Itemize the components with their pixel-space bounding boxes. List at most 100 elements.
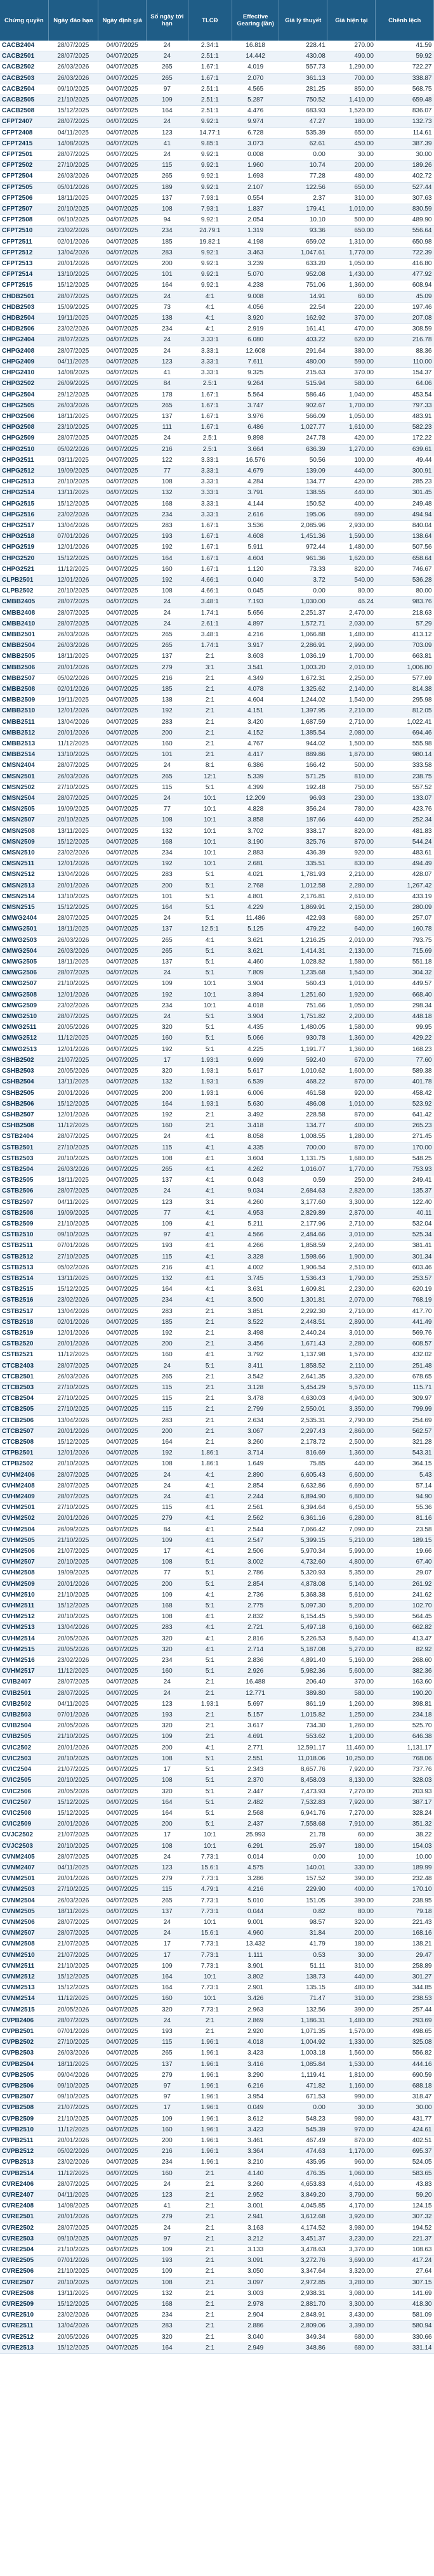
cell-theoretical-price: 422.93 bbox=[279, 913, 327, 925]
table-row: CMBB2506 20/01/2026 04/07/2025 279 3:1 3.541 1… bbox=[0, 662, 434, 674]
cell-conversion-ratio: 10:1 bbox=[188, 978, 232, 990]
cell-conversion-ratio: 10:1 bbox=[188, 1000, 232, 1012]
cell-conversion-ratio: 9.92:1 bbox=[188, 160, 232, 172]
cell-valuation-date: 04/07/2025 bbox=[98, 509, 147, 521]
cell-theoretical-price: 436.39 bbox=[279, 847, 327, 860]
cell-valuation-date: 04/07/2025 bbox=[98, 1448, 147, 1460]
cell-warrant-code: CSHB2508 bbox=[0, 1120, 49, 1132]
table-row: CVHM2510 21/10/2025 04/07/2025 109 4:1 2.736 5… bbox=[0, 1590, 434, 1602]
cell-expiry-date: 28/07/2025 bbox=[48, 913, 98, 925]
cell-days-to-expiry: 192 bbox=[146, 858, 188, 870]
cell-current-price: 7,910.00 bbox=[327, 1819, 376, 1831]
cell-effective-gearing: 2.768 bbox=[232, 880, 279, 892]
cell-valuation-date: 04/07/2025 bbox=[98, 1338, 147, 1350]
cell-theoretical-price: 2,938.31 bbox=[279, 2288, 327, 2300]
cell-expiry-date: 07/01/2026 bbox=[48, 2026, 98, 2038]
cell-theoretical-price: 1,385.54 bbox=[279, 728, 327, 740]
cell-conversion-ratio: 1.67:1 bbox=[188, 400, 232, 412]
cell-conversion-ratio: 2:1 bbox=[188, 738, 232, 750]
cell-difference: 221.43 bbox=[375, 1917, 434, 1929]
cell-warrant-code: CFPT2408 bbox=[0, 127, 49, 139]
cell-valuation-date: 04/07/2025 bbox=[98, 1361, 147, 1372]
cell-difference: 498.65 bbox=[375, 2026, 434, 2038]
cell-days-to-expiry: 97 bbox=[146, 84, 188, 96]
cell-theoretical-price: 1,137.98 bbox=[279, 1349, 327, 1361]
cell-days-to-expiry: 279 bbox=[146, 1513, 188, 1525]
cell-days-to-expiry: 108 bbox=[146, 1153, 188, 1165]
cell-expiry-date: 28/07/2025 bbox=[48, 618, 98, 630]
cell-effective-gearing: 9.699 bbox=[232, 1055, 279, 1067]
cell-expiry-date: 28/07/2025 bbox=[48, 51, 98, 63]
cell-difference: 753.93 bbox=[375, 1164, 434, 1176]
cell-expiry-date: 28/07/2025 bbox=[48, 1688, 98, 1699]
cell-warrant-code: CSTB2509 bbox=[0, 1219, 49, 1231]
cell-warrant-code: CHPG2518 bbox=[0, 531, 49, 543]
cell-difference: 194.52 bbox=[375, 2223, 434, 2234]
cell-expiry-date: 20/01/2026 bbox=[48, 1513, 98, 1525]
cell-valuation-date: 04/07/2025 bbox=[98, 2070, 147, 2081]
cell-theoretical-price: 389.80 bbox=[279, 1688, 327, 1699]
cell-days-to-expiry: 137 bbox=[146, 651, 188, 663]
cell-warrant-code: CMBB2504 bbox=[0, 640, 49, 652]
cell-valuation-date: 04/07/2025 bbox=[98, 662, 147, 674]
cell-current-price: 1,430.00 bbox=[327, 269, 376, 281]
cell-expiry-date: 27/10/2025 bbox=[48, 1252, 98, 1263]
cell-expiry-date: 13/04/2026 bbox=[48, 1306, 98, 1317]
cell-effective-gearing: 2.786 bbox=[232, 1567, 279, 1579]
cell-current-price: 810.00 bbox=[327, 771, 376, 783]
cell-expiry-date: 18/11/2025 bbox=[48, 651, 98, 663]
cell-conversion-ratio: 2:1 bbox=[188, 1120, 232, 1132]
cell-effective-gearing: 2.883 bbox=[232, 847, 279, 860]
table-row: CFPT2512 13/04/2026 04/07/2025 283 9.92:1 3.4… bbox=[0, 247, 434, 259]
cell-valuation-date: 04/07/2025 bbox=[98, 2266, 147, 2278]
cell-warrant-code: CMSN2507 bbox=[0, 814, 49, 827]
cell-effective-gearing: 3.631 bbox=[232, 1284, 279, 1296]
cell-difference: 536.28 bbox=[375, 575, 434, 587]
cell-expiry-date: 23/02/2026 bbox=[48, 2310, 98, 2322]
cell-valuation-date: 04/07/2025 bbox=[98, 2048, 147, 2060]
cell-difference: 543.31 bbox=[375, 1448, 434, 1460]
cell-conversion-ratio: 4:1 bbox=[188, 1742, 232, 1754]
cell-expiry-date: 09/10/2025 bbox=[48, 2091, 98, 2103]
cell-theoretical-price: 480.00 bbox=[279, 356, 327, 369]
table-row: CMSN2504 28/07/2025 04/07/2025 24 10:1 12.209… bbox=[0, 793, 434, 805]
cell-current-price: 5,640.00 bbox=[327, 1633, 376, 1645]
cell-warrant-code: CHPG2521 bbox=[0, 564, 49, 575]
cell-difference: 10.00 bbox=[375, 1852, 434, 1863]
cell-warrant-code: CMSN2504 bbox=[0, 793, 49, 805]
cell-conversion-ratio: 4:1 bbox=[188, 1622, 232, 1634]
cell-valuation-date: 04/07/2025 bbox=[98, 1611, 147, 1623]
header-warrant: Chứng quyền bbox=[0, 0, 49, 41]
cell-current-price: 480.00 bbox=[327, 171, 376, 183]
cell-expiry-date: 28/07/2025 bbox=[48, 291, 98, 303]
cell-theoretical-price: 430.08 bbox=[279, 51, 327, 63]
cell-effective-gearing: 16.818 bbox=[232, 41, 279, 52]
cell-warrant-code: CVNM2514 bbox=[0, 1993, 49, 2005]
cell-valuation-date: 04/07/2025 bbox=[98, 367, 147, 379]
cell-warrant-code: CVPB2501 bbox=[0, 2026, 49, 2038]
cell-theoretical-price: 179.41 bbox=[279, 204, 327, 216]
cell-effective-gearing: 2.854 bbox=[232, 1579, 279, 1590]
cell-theoretical-price: 134.77 bbox=[279, 476, 327, 488]
table-row: CFPT2515 15/12/2025 04/07/2025 164 9.92:1 4.2… bbox=[0, 280, 434, 292]
cell-current-price: 46.24 bbox=[327, 596, 376, 608]
cell-effective-gearing: 3.411 bbox=[232, 1361, 279, 1372]
table-row: CVPB2510 11/12/2025 04/07/2025 160 1.96:1 3.4… bbox=[0, 2124, 434, 2136]
cell-current-price: 500.00 bbox=[327, 760, 376, 772]
cell-effective-gearing: 5.157 bbox=[232, 1710, 279, 1722]
cell-conversion-ratio: 1.74:1 bbox=[188, 608, 232, 619]
table-row: CVHM2511 15/12/2025 04/07/2025 168 5:1 2.775 5… bbox=[0, 1600, 434, 1612]
cell-valuation-date: 04/07/2025 bbox=[98, 2146, 147, 2158]
cell-effective-gearing: 3.617 bbox=[232, 1720, 279, 1732]
cell-valuation-date: 04/07/2025 bbox=[98, 1666, 147, 1678]
cell-current-price: 390.00 bbox=[327, 1873, 376, 1885]
cell-expiry-date: 27/10/2025 bbox=[48, 1142, 98, 1154]
cell-warrant-code: CVNM2507 bbox=[0, 1928, 49, 1940]
cell-current-price: 2,890.00 bbox=[327, 1317, 376, 1328]
cell-difference: 138.21 bbox=[375, 1939, 434, 1951]
cell-conversion-ratio: 2:1 bbox=[188, 1415, 232, 1427]
cell-difference: 249.48 bbox=[375, 499, 434, 510]
cell-warrant-code: CMBB2410 bbox=[0, 618, 49, 630]
cell-current-price: 1,610.00 bbox=[327, 422, 376, 434]
cell-valuation-date: 04/07/2025 bbox=[98, 542, 147, 554]
